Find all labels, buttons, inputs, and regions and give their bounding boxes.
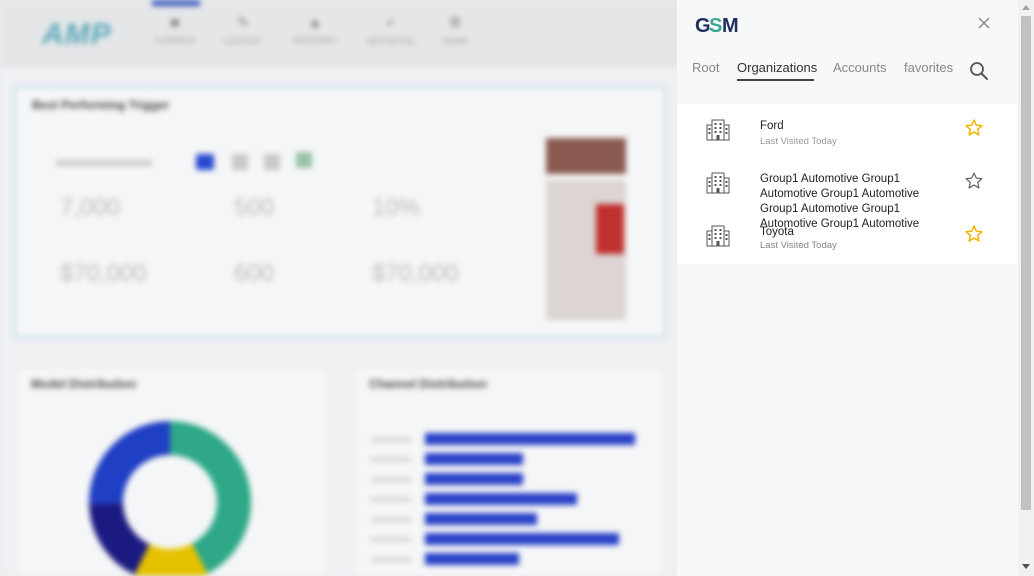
active-tab-underline [737, 79, 814, 81]
tab-organizations[interactable]: Organizations [737, 60, 817, 75]
scroll-up-arrow-icon[interactable] [1022, 5, 1030, 10]
search-button[interactable] [969, 61, 989, 81]
favorite-toggle[interactable] [964, 118, 984, 138]
background-bar-label [371, 477, 411, 482]
svg-text:M: M [722, 15, 738, 37]
background-bar [425, 493, 577, 505]
building-icon [706, 172, 730, 194]
background-filter-icon [264, 154, 280, 170]
background-metric: 7,000 [60, 194, 121, 221]
brand-text: GSM [677, 0, 678, 1]
svg-text:S: S [709, 15, 722, 37]
background-nav-engaging: ▲ ENGAGING [280, 14, 350, 45]
favorite-toggle[interactable] [964, 171, 984, 191]
star-filled-icon [965, 225, 983, 242]
background-card-title: Best Performing Trigger [32, 98, 170, 112]
scroll-down-arrow-icon[interactable] [1022, 564, 1030, 569]
page-scrollbar[interactable] [1018, 0, 1034, 576]
background-card-title: Channel Distribution [369, 377, 487, 391]
background-metric: 10% [372, 194, 421, 221]
search-icon [970, 62, 988, 80]
background-donut [89, 421, 251, 576]
close-icon [978, 17, 990, 29]
users-icon: ■ [170, 14, 180, 30]
organization-last-visited: Last Visited Today [760, 136, 837, 147]
background-filter-icon [232, 154, 248, 170]
background-card-model: Model Distribution [14, 366, 330, 576]
content-icon: ✎ [237, 14, 249, 30]
background-metric: $70,000 [372, 260, 459, 287]
gear-icon: ⚙ [448, 14, 462, 30]
chart-icon: ▲ [308, 14, 322, 30]
background-bar-label [371, 457, 411, 462]
tab-root[interactable]: Root [692, 60, 719, 75]
background-nav-content: ✎ CONTENT [208, 14, 278, 46]
close-button[interactable] [973, 12, 995, 34]
background-bar [425, 553, 519, 565]
background-bar-label [371, 517, 411, 522]
drawer-tabs: Root Organizations Accounts favorites [677, 60, 1018, 84]
background-nav-admin: ⚙ ADMIN [420, 14, 490, 46]
background-filter-icon [296, 152, 312, 168]
organization-list: Ford Last Visited Today Group1 Automotiv… [677, 104, 1018, 264]
org-switcher-drawer: G S M GSM Root Organizations Accounts fa… [677, 0, 1018, 576]
background-bar-label [371, 537, 411, 542]
organization-last-visited: Last Visited Today [760, 240, 837, 251]
background-logo: AMP [42, 18, 112, 51]
background-bar [425, 533, 619, 545]
background-thumbnail [546, 138, 626, 174]
background-active-tab-marker [152, 0, 200, 6]
background-card-title: Model Distribution [31, 377, 137, 391]
background-metric: $70,000 [60, 260, 147, 287]
background-card-trigger: Best Performing Trigger 7,000 500 10% $7… [14, 86, 666, 338]
report-icon: ✓ [385, 14, 397, 30]
background-bar-label [371, 497, 411, 502]
building-icon [706, 119, 730, 141]
background-bar-label [371, 437, 411, 442]
background-nav-reporting: ✓ REPORTING [356, 14, 426, 46]
background-thumbnail [596, 204, 624, 254]
background-bar [425, 453, 523, 465]
background-topbar: AMP ■ AUDIENCE ✎ CONTENT ▲ ENGAGING ✓ REPORT… [0, 0, 680, 68]
building-icon [706, 225, 730, 247]
background-card-channel: Channel Distribution [352, 366, 666, 576]
gsm-logo: G S M [695, 15, 739, 37]
background-nav-audience: ■ AUDIENCE [140, 14, 210, 45]
background-filter-chip [196, 154, 214, 170]
organization-row-ford[interactable]: Ford Last Visited Today [677, 104, 1018, 156]
background-metric: 500 [234, 194, 275, 221]
background-bar [425, 433, 635, 445]
background-filter-label [56, 160, 152, 166]
background-metric: 600 [234, 260, 275, 287]
background-bar [425, 473, 523, 485]
star-outline-icon [965, 172, 983, 189]
background-bar-label [371, 557, 411, 562]
organization-name: Ford [760, 120, 784, 132]
favorite-toggle[interactable] [964, 224, 984, 244]
svg-text:G: G [695, 15, 710, 37]
background-bar [425, 513, 537, 525]
organization-row-group1-automotive[interactable]: Group1 Automotive Group1 Automotive Grou… [677, 157, 1018, 251]
star-filled-icon [965, 119, 983, 136]
tab-favorites[interactable]: favorites [904, 60, 953, 75]
tab-accounts[interactable]: Accounts [833, 60, 886, 75]
scrollbar-thumb[interactable] [1021, 16, 1031, 510]
organization-name: Group1 Automotive Group1 Automotive Grou… [760, 173, 920, 230]
